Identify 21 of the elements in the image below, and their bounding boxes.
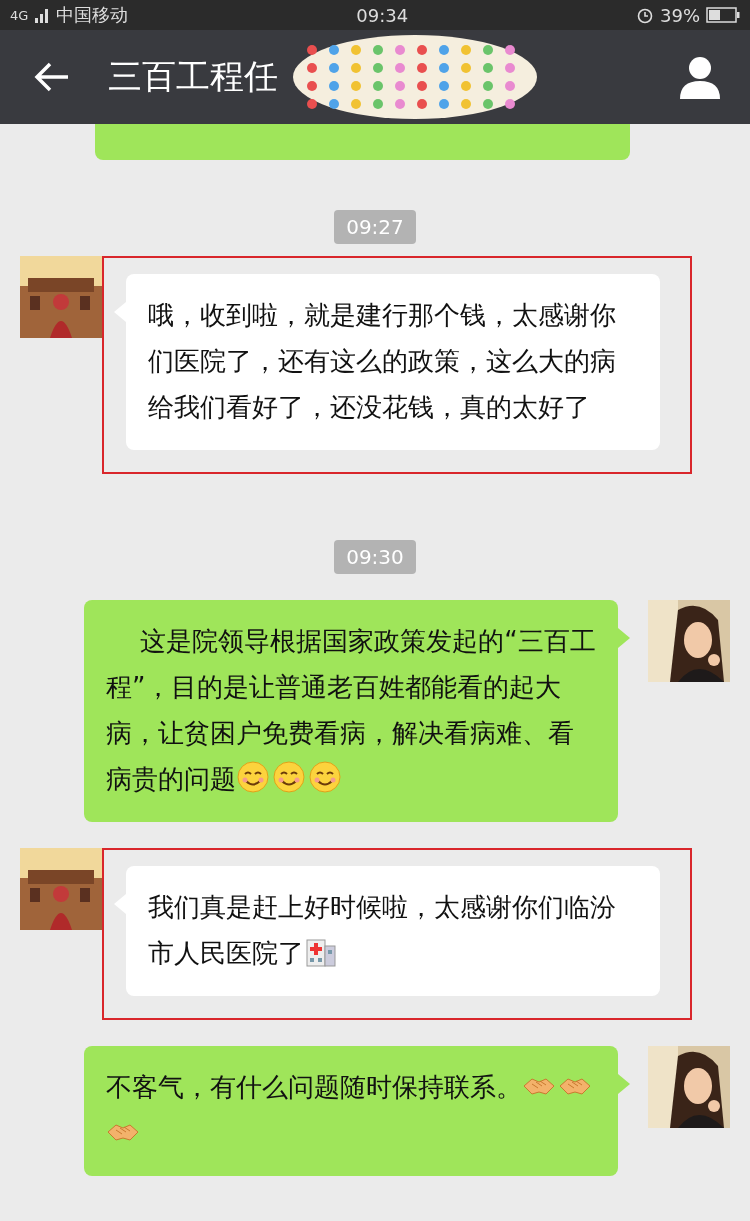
back-arrow-icon[interactable] <box>34 61 70 93</box>
timestamp: 09:27 <box>334 210 416 244</box>
carrier-name: 中国移动 <box>56 3 129 27</box>
message-bubble: 不客气，有什么问题随时保持联系。 <box>84 1046 618 1176</box>
status-time: 09:34 <box>356 4 409 26</box>
chat-title: 三百工程任 <box>108 55 278 98</box>
network-type: 4G <box>10 7 29 23</box>
smile-emoji-icon <box>308 760 342 794</box>
alarm-icon <box>636 6 654 24</box>
message-bubble: 我们真是赶上好时候啦，太感谢你们临汾市人民医院了 <box>126 866 660 996</box>
timestamp: 09:30 <box>334 540 416 574</box>
battery-percent: 39% <box>660 4 700 26</box>
bubble-tail <box>618 1074 630 1094</box>
bubble-tail <box>618 628 630 648</box>
message-bubble: 这是院领导根据国家政策发起的“三百工程”，目的是让普通老百姓都能看的起大病，让贫困户免费看病，解决看病难、看病贵的问题 <box>84 600 618 822</box>
battery-icon <box>706 7 740 23</box>
signal-icon <box>34 7 51 23</box>
smile-emoji-icon <box>236 760 270 794</box>
profile-icon[interactable] <box>678 55 722 99</box>
message-bubble: 哦，收到啦，就是建行那个钱，太感谢你们医院了，还有这么的政策，这么大的病给我们看好了，还没花钱，真的太好了 <box>126 274 660 450</box>
smile-emoji-icon <box>272 760 306 794</box>
